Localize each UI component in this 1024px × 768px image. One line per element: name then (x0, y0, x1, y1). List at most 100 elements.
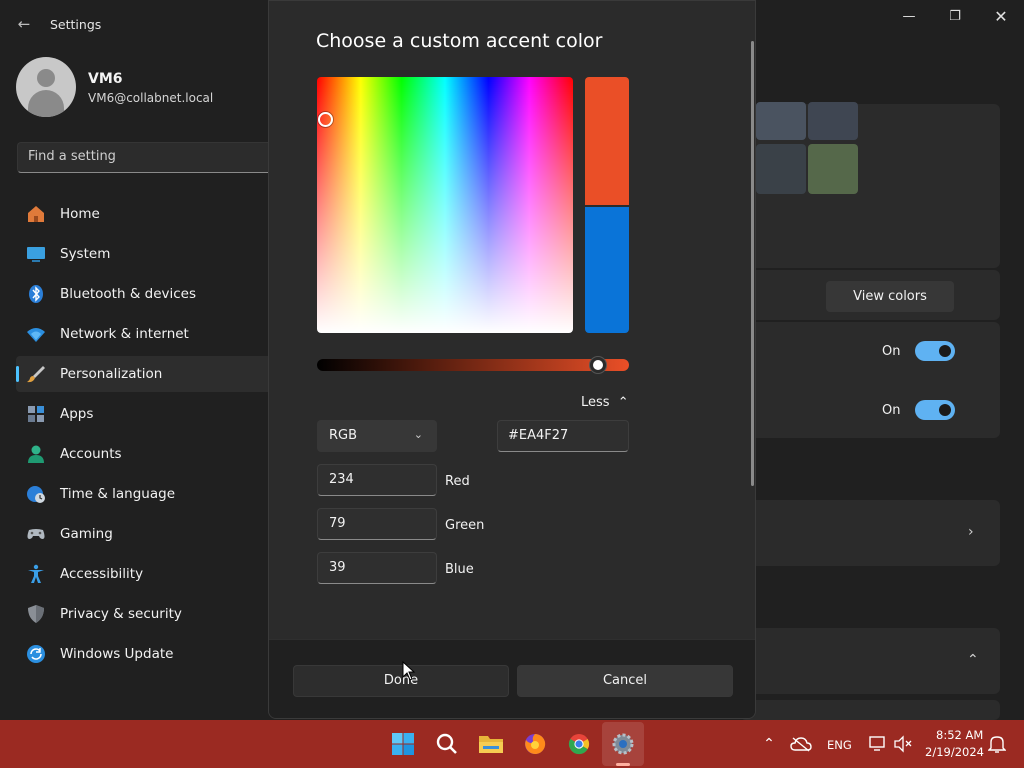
expandable-card[interactable] (740, 628, 1000, 694)
accent-swatch[interactable] (808, 144, 858, 194)
color-mode-dropdown[interactable]: RGB ⌄ (317, 420, 437, 452)
brightness-slider-thumb[interactable] (589, 357, 606, 373)
sidebar-item-accessibility[interactable]: Accessibility (16, 556, 276, 592)
accent-swatch[interactable] (756, 102, 806, 140)
sidebar-item-label: Bluetooth & devices (60, 286, 197, 302)
chrome-icon[interactable] (565, 730, 593, 758)
onedrive-icon[interactable] (787, 730, 815, 758)
color-preview (585, 77, 629, 333)
accent-swatch[interactable] (756, 144, 806, 194)
sidebar-item-label: Windows Update (60, 646, 174, 662)
accent-start-taskbar-toggle[interactable] (915, 341, 955, 361)
toggle-knob (939, 345, 951, 357)
sidebar-item-label: Home (60, 206, 100, 222)
taskbar: ⌃ ENG 8:52 AM 2/19/2024 (0, 720, 1024, 768)
restore-icon[interactable]: ❐ (932, 6, 978, 28)
red-label: Red (445, 474, 470, 489)
firefox-icon[interactable] (521, 730, 549, 758)
network-icon[interactable] (864, 730, 892, 758)
custom-accent-color-dialog: Choose a custom accent color Less ⌃ RGB … (268, 0, 756, 719)
spectrum-selector-handle[interactable] (318, 112, 333, 127)
avatar[interactable] (16, 57, 76, 117)
accent-title-bars-toggle[interactable] (915, 400, 955, 420)
expandable-card-content (740, 700, 1000, 720)
monitor-icon (26, 244, 46, 264)
view-colors-button[interactable]: View colors (826, 281, 954, 312)
sidebar-item-system[interactable]: System (16, 236, 276, 272)
sidebar-item-network[interactable]: Network & internet (16, 316, 276, 352)
hex-input[interactable]: #EA4F27 (497, 420, 629, 452)
search-input[interactable]: Find a setting (17, 142, 277, 173)
new-color-preview (585, 77, 629, 205)
close-icon[interactable]: ✕ (978, 6, 1024, 28)
sidebar-item-label: Gaming (60, 526, 113, 542)
back-arrow-icon[interactable]: ← (14, 14, 34, 34)
related-setting-card[interactable] (740, 500, 1000, 566)
bluetooth-icon (26, 284, 46, 304)
sidebar-item-label: Time & language (60, 486, 176, 502)
clock-time[interactable]: 8:52 AM (936, 728, 983, 742)
done-button[interactable]: Done (293, 665, 509, 697)
sidebar-nav: Home System Bluetooth & devices Network … (16, 196, 276, 676)
dialog-scrollbar[interactable] (751, 41, 754, 486)
avatar-head (37, 69, 55, 87)
toggles-card (740, 322, 1000, 438)
minimize-icon[interactable]: — (886, 6, 932, 28)
volume-muted-icon[interactable] (889, 730, 917, 758)
toggle-state-label: On (882, 344, 901, 359)
sidebar-item-personalization[interactable]: Personalization (16, 356, 276, 392)
sidebar-item-gaming[interactable]: Gaming (16, 516, 276, 552)
search-icon[interactable] (433, 730, 461, 758)
sidebar-item-label: System (60, 246, 111, 262)
shield-icon (26, 604, 46, 624)
sidebar-item-privacy[interactable]: Privacy & security (16, 596, 276, 632)
sidebar-item-time-language[interactable]: Time & language (16, 476, 276, 512)
chevron-up-icon: ⌃ (617, 395, 629, 410)
file-explorer-icon[interactable] (477, 730, 505, 758)
previous-color-preview (585, 205, 629, 333)
brush-icon (26, 364, 46, 384)
mouse-pointer-icon (402, 661, 416, 681)
sidebar-item-bluetooth[interactable]: Bluetooth & devices (16, 276, 276, 312)
dialog-footer: Done Cancel (269, 639, 755, 718)
app-title: Settings (50, 17, 102, 32)
green-input[interactable]: 79 (317, 508, 437, 540)
sidebar-item-label: Accounts (60, 446, 122, 462)
sidebar-item-label: Personalization (60, 366, 163, 382)
settings-icon[interactable] (609, 730, 637, 758)
toggle-knob (939, 404, 951, 416)
green-label: Green (445, 518, 485, 533)
sidebar-item-home[interactable]: Home (16, 196, 276, 232)
red-input[interactable]: 234 (317, 464, 437, 496)
wifi-icon (26, 324, 46, 344)
gamepad-icon (26, 524, 46, 544)
apps-icon (26, 404, 46, 424)
brightness-slider[interactable] (317, 359, 629, 371)
sidebar-item-windows-update[interactable]: Windows Update (16, 636, 276, 672)
sidebar-item-label: Apps (60, 406, 94, 422)
cancel-button[interactable]: Cancel (517, 665, 733, 697)
avatar-body (28, 90, 64, 117)
color-spectrum[interactable] (317, 77, 573, 333)
color-mode-value: RGB (329, 428, 358, 443)
chevron-down-icon: ⌄ (413, 428, 423, 441)
notification-bell-icon[interactable] (983, 730, 1011, 758)
sidebar-item-label: Privacy & security (60, 606, 182, 622)
start-icon[interactable] (389, 730, 417, 758)
clock-date[interactable]: 2/19/2024 (925, 745, 984, 759)
sidebar-item-accounts[interactable]: Accounts (16, 436, 276, 472)
less-toggle-button[interactable]: Less ⌃ (581, 395, 629, 410)
input-language[interactable]: ENG (827, 738, 852, 752)
globe-clock-icon (26, 484, 46, 504)
blue-label: Blue (445, 562, 474, 577)
active-app-indicator (616, 763, 630, 766)
accent-swatch[interactable] (808, 102, 858, 140)
blue-input[interactable]: 39 (317, 552, 437, 584)
update-icon (26, 644, 46, 664)
sidebar-item-label: Accessibility (60, 566, 144, 582)
dialog-title: Choose a custom accent color (316, 30, 603, 52)
chevron-up-icon[interactable]: ⌃ (755, 730, 783, 758)
sidebar-item-label: Network & internet (60, 326, 189, 342)
sidebar-item-apps[interactable]: Apps (16, 396, 276, 432)
chevron-up-icon: ⌃ (967, 652, 979, 668)
